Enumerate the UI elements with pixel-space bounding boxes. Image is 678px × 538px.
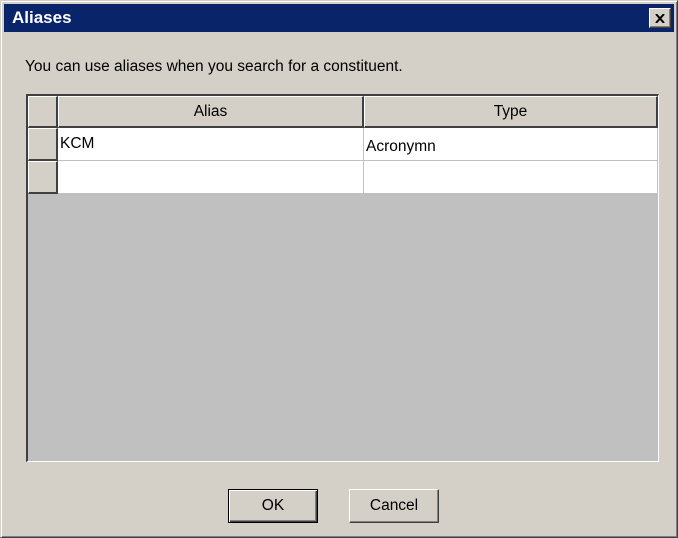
- row-selector[interactable]: [28, 161, 58, 194]
- ok-button[interactable]: OK: [228, 489, 318, 523]
- alias-cell[interactable]: [58, 161, 364, 194]
- type-cell[interactable]: Acronymn: [364, 128, 658, 161]
- aliases-dialog: Aliases You can use aliases when you sea…: [0, 0, 678, 538]
- grid-corner-cell[interactable]: [28, 96, 58, 128]
- title-bar[interactable]: Aliases: [4, 4, 674, 32]
- column-header-type[interactable]: Type: [364, 96, 658, 128]
- close-button[interactable]: [649, 8, 671, 28]
- close-icon: [655, 13, 665, 23]
- aliases-grid[interactable]: Alias Type KCM Acronymn: [26, 94, 659, 462]
- description-text: You can use aliases when you search for …: [25, 58, 403, 75]
- row-selector[interactable]: [28, 128, 58, 161]
- alias-cell[interactable]: KCM: [58, 128, 364, 161]
- cancel-button[interactable]: Cancel: [349, 489, 439, 523]
- column-header-alias[interactable]: Alias: [58, 96, 364, 128]
- window-title: Aliases: [12, 8, 72, 27]
- type-cell[interactable]: [364, 161, 658, 194]
